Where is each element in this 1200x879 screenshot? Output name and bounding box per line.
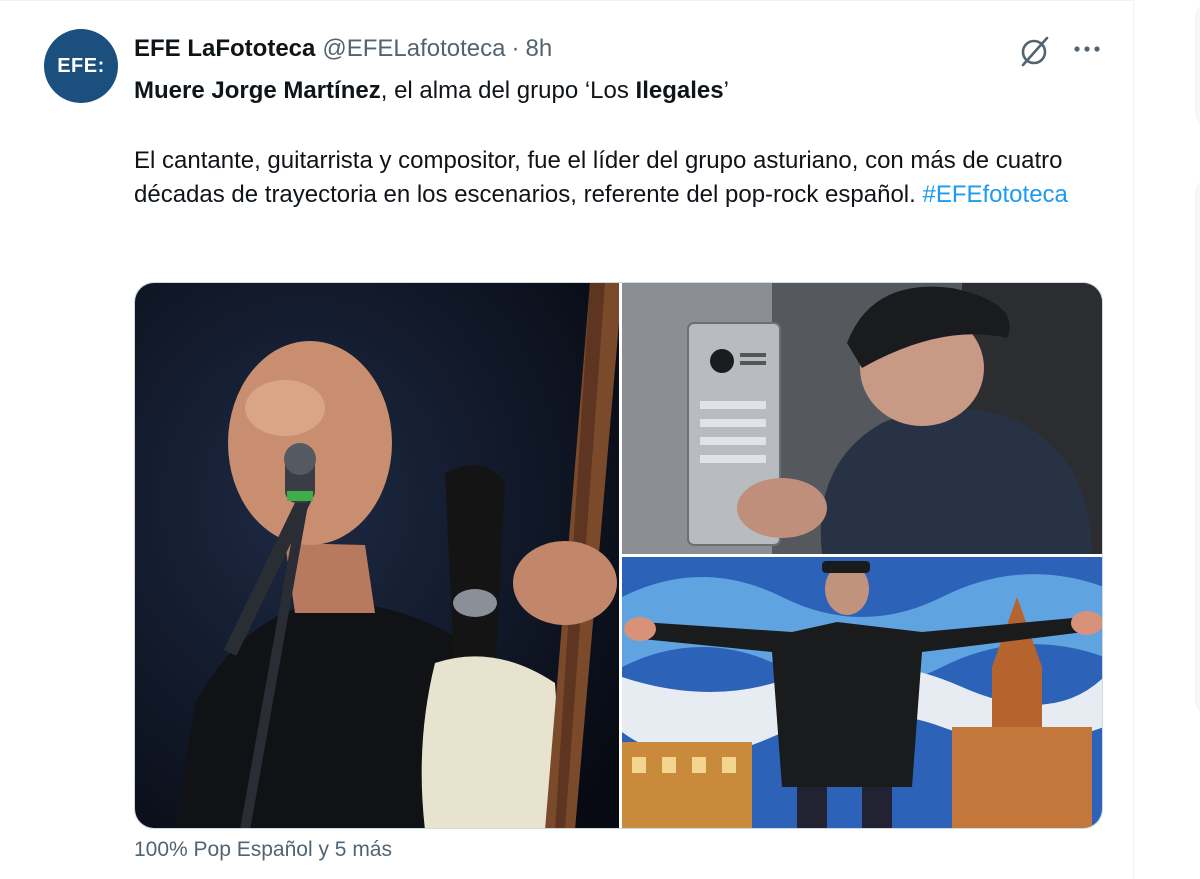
more-icon[interactable] xyxy=(1071,33,1103,65)
avatar-label: EFE: xyxy=(57,54,105,77)
sidebar-card-top[interactable] xyxy=(1195,2,1200,128)
separator-dot: · xyxy=(511,35,520,62)
headline-bold-name: Muere Jorge Martínez xyxy=(134,77,381,104)
media-grid xyxy=(134,282,1103,829)
grok-icon[interactable] xyxy=(1017,34,1053,68)
sidebar-card-trends[interactable] xyxy=(1195,178,1200,716)
timestamp[interactable]: 8h xyxy=(526,35,553,63)
tagged-people-link[interactable]: 100% Pop Español y 5 más xyxy=(134,838,392,862)
photo-mural[interactable] xyxy=(622,557,1102,828)
tweet-headline: Muere Jorge Martínez, el alma del grupo … xyxy=(134,74,1114,108)
headline-text: , el alma del grupo ‘Los xyxy=(380,77,636,104)
author-name[interactable]: EFE LaFototeca xyxy=(134,35,315,63)
headline-bold-band: Ilegales xyxy=(635,77,724,104)
hashtag-link[interactable]: #EFEfototeca xyxy=(922,181,1067,208)
avatar[interactable]: EFE: xyxy=(44,29,118,103)
author-handle[interactable]: @EFELafototeca xyxy=(322,35,505,63)
headline-end: ’ xyxy=(723,77,729,104)
photo-intercom[interactable] xyxy=(622,283,1102,554)
divider xyxy=(0,0,1134,1)
tagged-people-text: 100% Pop Español y 5 más xyxy=(134,838,392,861)
tweet-header: EFE LaFototeca @EFELafototeca · 8h xyxy=(134,32,552,66)
timeline-column: EFE: EFE LaFototeca @EFELafototeca · 8h … xyxy=(0,0,1134,879)
photo-singer-guitar[interactable] xyxy=(135,283,619,828)
tweet-body: El cantante, guitarrista y compositor, f… xyxy=(134,144,1094,212)
